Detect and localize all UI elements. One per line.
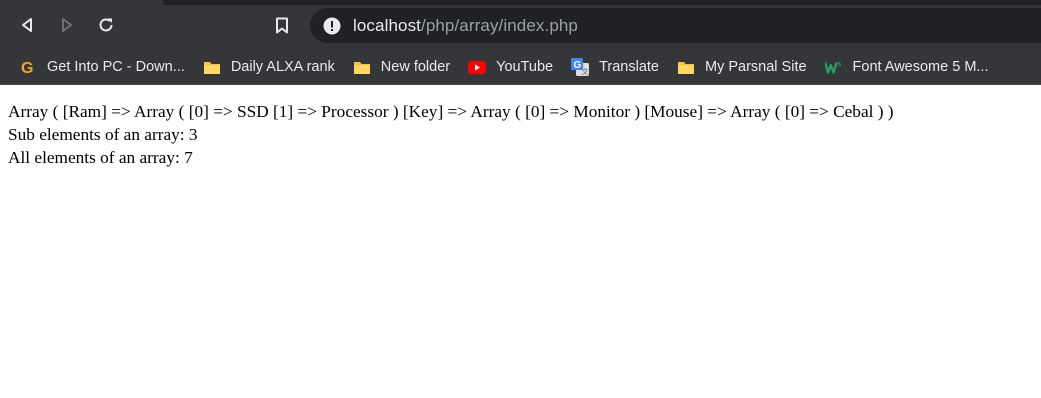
w-logo-icon: S [824,59,843,75]
bookmark-icon [276,17,288,33]
bookmark-page-button[interactable] [272,15,292,35]
bookmark-get-into-pc[interactable]: G Get Into PC - Down... [10,53,194,81]
reload-button[interactable] [92,11,120,39]
all-elements-count-line: All elements of an array: 7 [8,148,193,167]
bookmark-font-awesome[interactable]: S Font Awesome 5 M... [816,53,998,81]
bookmark-new-folder[interactable]: New folder [344,53,459,81]
g-logo-icon: G [19,59,37,75]
forward-button[interactable] [53,11,81,39]
forward-arrow-icon [62,18,72,32]
bookmark-translate[interactable]: G 文 Translate [562,53,668,81]
site-info-icon[interactable] [323,17,341,35]
browser-chrome: localhost/php/array/index.php G Get Into… [0,0,1041,85]
bookmark-my-parsnal-site[interactable]: My Parsnal Site [668,53,816,81]
browser-toolbar: localhost/php/array/index.php [0,0,1041,50]
url-host: localhost [353,15,421,35]
svg-text:S: S [837,62,841,68]
url-path: /php/array/index.php [421,15,578,35]
bookmark-daily-alxa-rank[interactable]: Daily ALXA rank [194,53,344,81]
folder-icon [677,59,695,75]
bookmark-label: My Parsnal Site [705,59,807,75]
bookmark-label: Font Awesome 5 M... [852,59,989,75]
svg-text:文: 文 [582,67,589,76]
bookmark-youtube[interactable]: YouTube [459,53,562,81]
page-content: Array ( [Ram] => Array ( [0] => SSD [1] … [0,91,1041,398]
svg-text:G: G [21,60,33,75]
bookmarks-bar: G Get Into PC - Down... Daily ALXA rank [0,50,1041,85]
folder-icon [203,59,221,75]
back-button[interactable] [13,11,41,39]
google-translate-icon: G 文 [571,58,590,76]
bookmark-label: New folder [380,59,451,75]
array-dump-line: Array ( [Ram] => Array ( [0] => SSD [1] … [8,102,894,121]
reload-icon [99,18,113,32]
bookmark-label: Translate [599,59,659,75]
svg-text:G: G [574,60,582,71]
back-arrow-icon [22,18,32,32]
bookmark-label: Get Into PC - Down... [47,59,185,75]
url-text[interactable]: localhost/php/array/index.php [353,16,578,36]
bookmark-label: Daily ALXA rank [230,59,335,75]
folder-icon [353,59,371,75]
address-bar[interactable]: localhost/php/array/index.php [310,8,1041,43]
youtube-icon [468,59,487,75]
sub-elements-count-line: Sub elements of an array: 3 [8,125,198,144]
bookmark-label: YouTube [496,59,554,75]
php-output: Array ( [Ram] => Array ( [0] => SSD [1] … [0,91,1041,169]
